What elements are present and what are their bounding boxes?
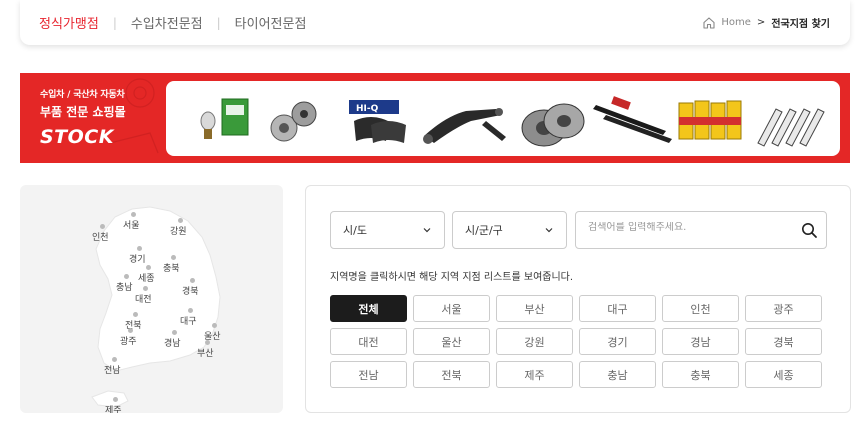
product-showcase: HI-Q <box>166 81 840 156</box>
tab-separator: | <box>216 15 221 30</box>
map-region-label[interactable]: 세종 <box>138 271 155 284</box>
map-region-label[interactable]: 경기 <box>129 252 146 265</box>
region-button[interactable]: 경기 <box>579 328 656 355</box>
map-region-label[interactable]: 광주 <box>120 334 137 347</box>
breadcrumb-current: 전국지점 찾기 <box>771 19 830 30</box>
tab-tire-store[interactable]: 타이어전문점 <box>235 13 307 32</box>
map-region-label[interactable]: 대전 <box>135 292 152 305</box>
sigungu-select-label: 시/군/구 <box>465 224 503 237</box>
map-region-label[interactable]: 강원 <box>170 224 187 237</box>
map-dot[interactable] <box>100 224 105 229</box>
banner-subtitle: 수입차 / 국산차 자동차 <box>40 90 125 100</box>
banner-title: 부품 전문 쇼핑몰 <box>40 105 126 119</box>
banner-text: 수입차 / 국산차 자동차 부품 전문 쇼핑몰 STOCK <box>40 87 126 148</box>
stock-logo: STOCK <box>40 126 114 148</box>
sido-select-label: 시/도 <box>343 224 367 237</box>
map-region-label[interactable]: 전남 <box>104 363 121 376</box>
region-button[interactable]: 전체 <box>330 295 407 322</box>
branch-search-panel: 시/도 시/군/구 지역명을 클릭하시면 해당 지역 지점 리스트를 보여줍니다… <box>305 185 851 413</box>
sigungu-select[interactable]: 시/군/구 <box>452 211 567 249</box>
map-dot[interactable] <box>172 330 177 335</box>
region-button[interactable]: 대구 <box>579 295 656 322</box>
region-button[interactable]: 대전 <box>330 328 407 355</box>
map-dot[interactable] <box>113 397 118 402</box>
region-button[interactable]: 인천 <box>662 295 739 322</box>
wheel-hub-icon <box>270 101 317 142</box>
map-dot[interactable] <box>133 312 138 317</box>
promo-banner[interactable]: 수입차 / 국산차 자동차 부품 전문 쇼핑몰 STOCK HI-Q <box>20 73 850 163</box>
breadcrumb: Home > 전국지점 찾기 <box>702 15 830 30</box>
map-dot[interactable] <box>190 278 195 283</box>
keyword-search <box>575 211 827 249</box>
region-button[interactable]: 서울 <box>413 295 490 322</box>
search-input[interactable] <box>588 222 788 233</box>
region-button[interactable]: 제주 <box>496 361 573 388</box>
region-button-grid: 전체 서울 부산 대구 인천 광주대전 울산 강원 경기 경남 경북전남 전북 제주 충남 충북 세종 <box>330 295 822 388</box>
map-dot[interactable] <box>212 323 217 328</box>
region-button[interactable]: 충남 <box>579 361 656 388</box>
hi-q-label: HI-Q <box>356 104 379 114</box>
map-dot[interactable] <box>143 286 148 291</box>
map-dot[interactable] <box>188 308 193 313</box>
region-button[interactable]: 부산 <box>496 295 573 322</box>
store-type-tabs: 정식가맹점 | 수입차전문점 | 타이어전문점 <box>20 13 307 33</box>
map-region-label[interactable]: 대구 <box>180 314 197 327</box>
region-button[interactable]: 세종 <box>745 361 822 388</box>
map-dot[interactable] <box>131 212 136 217</box>
map-dot[interactable] <box>178 218 183 223</box>
region-button[interactable]: 경북 <box>745 328 822 355</box>
map-dot[interactable] <box>146 265 151 270</box>
region-button[interactable]: 충북 <box>662 361 739 388</box>
brake-pads-icon: HI-Q <box>349 100 406 143</box>
map-region-label[interactable]: 서울 <box>123 218 140 231</box>
chevron-down-icon <box>545 228 553 233</box>
product-illustrations: HI-Q <box>200 96 825 147</box>
map-region-label[interactable]: 제주 <box>105 403 122 413</box>
search-hint: 지역명을 클릭하시면 해당 지역 지점 리스트를 보여줍니다. <box>330 272 574 283</box>
spark-plugs-icon <box>757 108 825 147</box>
engine-oil-icon <box>678 100 742 140</box>
map-region-label[interactable]: 경북 <box>182 284 199 297</box>
tab-official-store[interactable]: 정식가맹점 <box>39 13 99 32</box>
map-dot[interactable] <box>171 255 176 260</box>
map-dot[interactable] <box>128 328 133 333</box>
map-region-label[interactable]: 경남 <box>164 336 181 349</box>
brake-disc-icon <box>521 103 585 147</box>
map-dot[interactable] <box>112 357 117 362</box>
map-dot[interactable] <box>137 246 142 251</box>
map-dot[interactable] <box>205 340 210 345</box>
korea-map: 서울 인천 강원 경기 충북 세종 충남 대전 경북 대구 전북 울산 광주 경남 부산 전남 제주 <box>20 185 283 413</box>
region-button[interactable]: 강원 <box>496 328 573 355</box>
region-button[interactable]: 경남 <box>662 328 739 355</box>
search-icon[interactable] <box>801 222 818 239</box>
map-region-label[interactable]: 부산 <box>197 346 214 359</box>
sido-select[interactable]: 시/도 <box>330 211 445 249</box>
region-button[interactable]: 광주 <box>745 295 822 322</box>
control-arm-icon <box>423 108 506 144</box>
home-icon[interactable] <box>702 16 716 30</box>
page: 정식가맹점 | 수입차전문점 | 타이어전문점 Home > 전국지점 찾기 수… <box>0 0 860 430</box>
map-dot[interactable] <box>124 274 129 279</box>
headlight-bulb-icon <box>200 98 249 139</box>
tab-separator: | <box>112 15 117 30</box>
top-navigation: 정식가맹점 | 수입차전문점 | 타이어전문점 Home > 전국지점 찾기 <box>20 0 850 45</box>
map-region-label[interactable]: 인천 <box>92 230 109 243</box>
region-button[interactable]: 울산 <box>413 328 490 355</box>
map-region-label[interactable]: 충남 <box>116 280 133 293</box>
tab-import-car-store[interactable]: 수입차전문점 <box>131 13 203 32</box>
breadcrumb-home[interactable]: Home <box>721 17 751 28</box>
map-region-label[interactable]: 충북 <box>163 261 180 274</box>
chevron-down-icon <box>423 228 431 233</box>
wiper-blades-icon <box>593 96 672 143</box>
region-button[interactable]: 전남 <box>330 361 407 388</box>
region-button[interactable]: 전북 <box>413 361 490 388</box>
breadcrumb-chevron: > <box>756 17 766 28</box>
